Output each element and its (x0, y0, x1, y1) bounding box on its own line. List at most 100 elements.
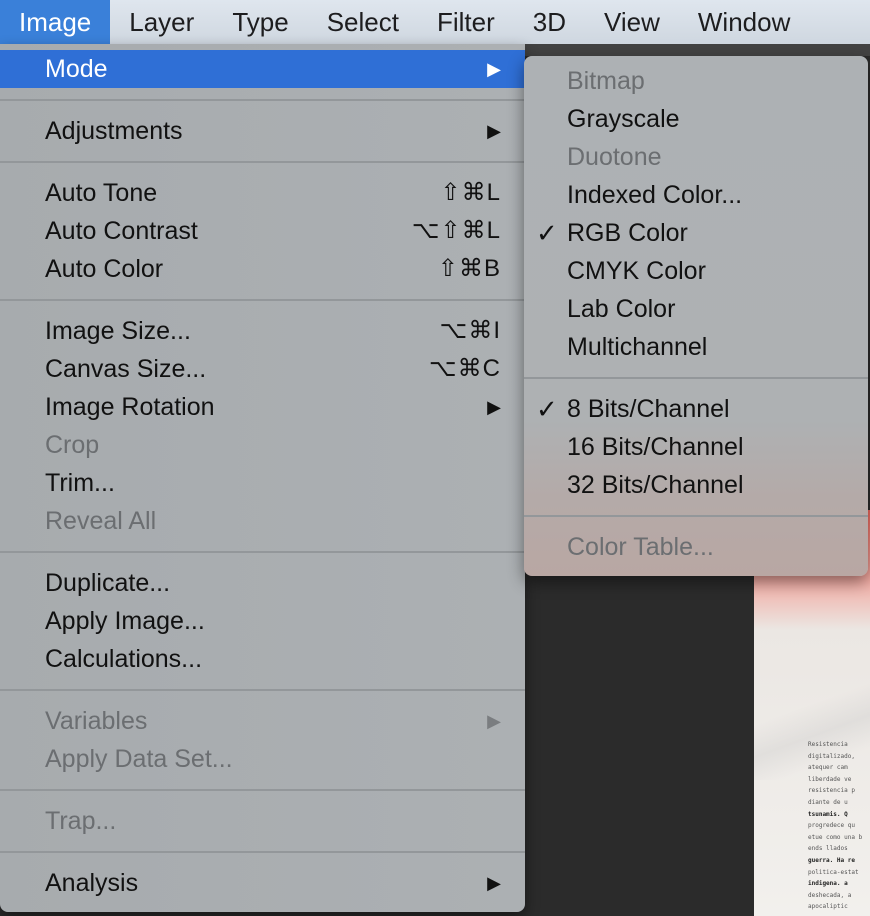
document-text-line: guerra. Ha re (808, 856, 855, 864)
menu-item-label: Bitmap (567, 67, 645, 95)
menu-item-auto-tone[interactable]: Auto Tone ⇧⌘L (0, 174, 525, 212)
submenu-arrow-icon: ▶ (487, 121, 501, 141)
document-text-line: indigena. a (808, 880, 848, 888)
menu-item-32-bits-channel[interactable]: 32 Bits/Channel (524, 466, 868, 504)
menu-item-grayscale[interactable]: Grayscale (524, 100, 868, 138)
menubar-item-filter[interactable]: Filter (418, 0, 514, 44)
document-text-line: etue como una b (808, 833, 863, 841)
menu-item-label: Auto Tone (45, 179, 158, 207)
menubar-item-window[interactable]: Window (679, 0, 809, 44)
menu-item-label: Apply Data Set... (45, 745, 233, 773)
menu-item-8-bits-channel[interactable]: ✓ 8 Bits/Channel (524, 390, 868, 428)
menu-item-label: Trap... (45, 807, 117, 835)
menu-separator (0, 88, 525, 112)
menu-item-image-rotation[interactable]: Image Rotation ▶ (0, 388, 525, 426)
keyboard-shortcut: ⌥⇧⌘L (411, 217, 501, 244)
menu-item-label: CMYK Color (567, 257, 706, 285)
menu-item-trim[interactable]: Trim... (0, 464, 525, 502)
menu-item-label: Image Size... (45, 317, 191, 345)
menu-item-label: 16 Bits/Channel (567, 433, 744, 461)
menu-item-16-bits-channel[interactable]: 16 Bits/Channel (524, 428, 868, 466)
document-text-line: progredece qu (808, 822, 855, 830)
menu-item-label: Auto Contrast (45, 217, 198, 245)
document-text-line: atequer cam (808, 764, 848, 772)
menu-item-calculations[interactable]: Calculations... (0, 640, 525, 678)
document-text-line: politica-estat (808, 868, 859, 876)
menu-item-auto-contrast[interactable]: Auto Contrast ⌥⇧⌘L (0, 212, 525, 250)
menu-item-lab-color[interactable]: Lab Color (524, 290, 868, 328)
menu-separator (0, 150, 525, 174)
menu-item-label: Duplicate... (45, 569, 171, 597)
menubar-item-view[interactable]: View (585, 0, 679, 44)
document-text-line: Resistencia (808, 741, 848, 748)
menubar-item-layer[interactable]: Layer (110, 0, 213, 44)
menu-item-label: Trim... (45, 469, 115, 497)
menu-item-label: Lab Color (567, 295, 676, 323)
image-menu: Mode ▶ Adjustments ▶ Auto Tone ⇧⌘L Auto Contra… (0, 44, 525, 912)
menu-item-label: Image Rotation (45, 393, 215, 421)
keyboard-shortcut: ⌥⌘I (439, 317, 501, 344)
menu-item-apply-data-set: Apply Data Set... (0, 740, 525, 778)
keyboard-shortcut: ⇧⌘L (440, 179, 501, 206)
menu-item-image-size[interactable]: Image Size... ⌥⌘I (0, 312, 525, 350)
keyboard-shortcut: ⌥⌘C (429, 355, 501, 382)
menu-item-label: RGB Color (567, 219, 688, 247)
menu-item-rgb-color[interactable]: ✓ RGB Color (524, 214, 868, 252)
menubar: Image Layer Type Select Filter 3D View Window (0, 0, 870, 44)
menu-item-mode[interactable]: Mode ▶ (0, 50, 525, 88)
menu-separator (0, 288, 525, 312)
menu-item-label: Calculations... (45, 645, 203, 673)
menu-item-duplicate[interactable]: Duplicate... (0, 564, 525, 602)
submenu-arrow-icon: ▶ (487, 59, 501, 79)
menubar-item-type[interactable]: Type (213, 0, 307, 44)
menu-item-color-table: Color Table... (524, 528, 868, 566)
mode-submenu: Bitmap Grayscale Duotone Indexed Color... ✓ R… (524, 56, 868, 576)
menu-separator (0, 840, 525, 864)
menu-item-label: Color Table... (567, 533, 714, 561)
menu-item-label: Variables (45, 707, 148, 735)
document-text-line: diante de u (808, 798, 848, 806)
menu-item-crop: Crop (0, 426, 525, 464)
menu-item-duotone: Duotone (524, 138, 868, 176)
menu-item-variables: Variables ▶ (0, 702, 525, 740)
document-text-line: tsunamis. Q (808, 810, 848, 818)
menu-item-label: Duotone (567, 143, 662, 171)
menubar-item-image[interactable]: Image (0, 0, 111, 44)
menu-item-adjustments[interactable]: Adjustments ▶ (0, 112, 525, 150)
submenu-arrow-icon: ▶ (487, 711, 501, 731)
menu-separator (524, 504, 868, 528)
menubar-item-select[interactable]: Select (308, 0, 418, 44)
menu-item-label: Crop (45, 431, 100, 459)
menu-separator (0, 540, 525, 564)
menu-item-label: Reveal All (45, 507, 157, 535)
menubar-item-3d[interactable]: 3D (514, 0, 585, 44)
menu-separator (0, 678, 525, 702)
menu-item-label: Adjustments (45, 117, 183, 145)
submenu-arrow-icon: ▶ (487, 873, 501, 893)
document-text-line: digitalizado, (808, 752, 855, 760)
keyboard-shortcut: ⇧⌘B (437, 255, 501, 282)
menu-separator (524, 366, 868, 390)
menu-item-label: Canvas Size... (45, 355, 207, 383)
menu-item-canvas-size[interactable]: Canvas Size... ⌥⌘C (0, 350, 525, 388)
document-text-line: ends llados (808, 845, 848, 853)
menu-item-label: 32 Bits/Channel (567, 471, 744, 499)
menu-item-indexed-color[interactable]: Indexed Color... (524, 176, 868, 214)
document-text-lines: Resistencia digitalizado, atequer cam liber… (808, 739, 870, 913)
menu-item-analysis[interactable]: Analysis ▶ (0, 864, 525, 902)
menu-item-label: Multichannel (567, 333, 708, 361)
menu-item-cmyk-color[interactable]: CMYK Color (524, 252, 868, 290)
checkmark-icon: ✓ (536, 218, 558, 248)
document-text-line: deshecada, a (808, 891, 852, 899)
submenu-arrow-icon: ▶ (487, 397, 501, 417)
checkmark-icon: ✓ (536, 394, 558, 424)
menu-item-bitmap: Bitmap (524, 62, 868, 100)
menu-separator (0, 778, 525, 802)
menu-item-label: Auto Color (45, 255, 164, 283)
menu-item-apply-image[interactable]: Apply Image... (0, 602, 525, 640)
menu-item-auto-color[interactable]: Auto Color ⇧⌘B (0, 250, 525, 288)
document-text-line: apocaliptic (808, 903, 848, 911)
menu-item-label: Mode (45, 55, 108, 83)
menu-item-multichannel[interactable]: Multichannel (524, 328, 868, 366)
menu-item-label: Grayscale (567, 105, 680, 133)
